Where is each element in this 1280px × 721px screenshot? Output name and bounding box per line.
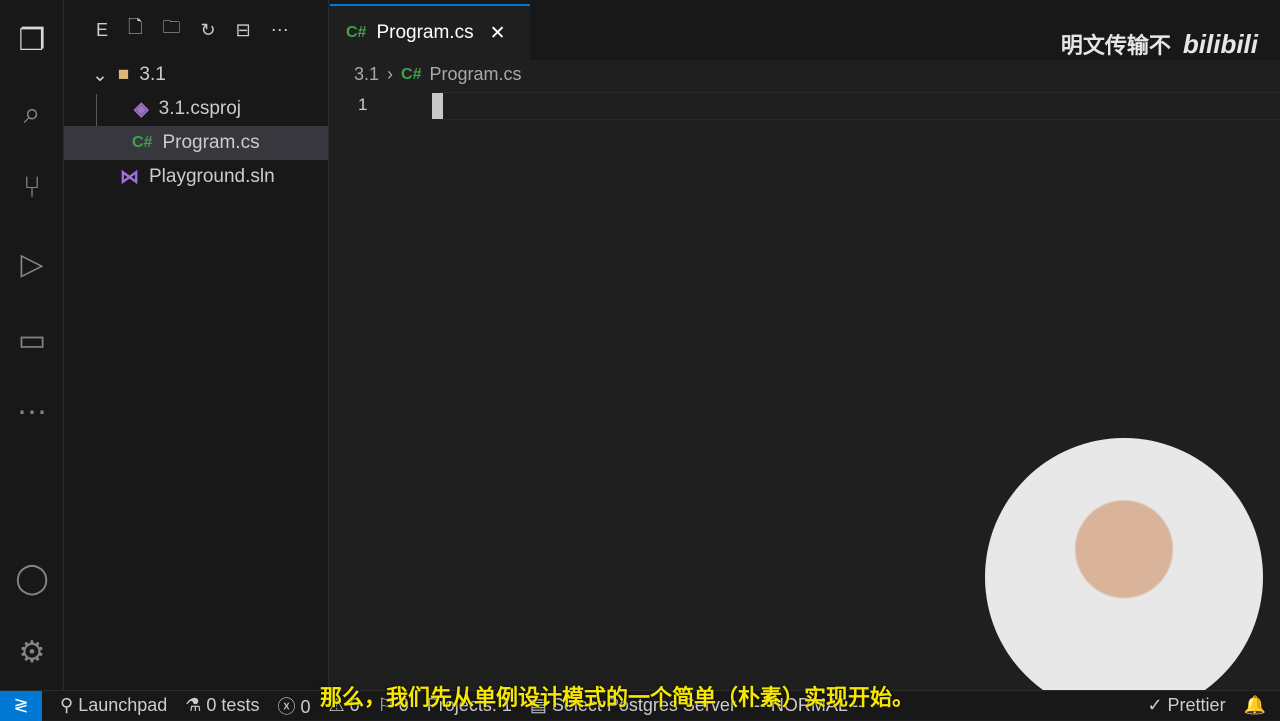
file-label: 3.1.csproj bbox=[158, 98, 241, 119]
refresh-icon[interactable]: ↻ bbox=[201, 20, 216, 41]
run-debug-icon[interactable]: ▷ bbox=[8, 240, 56, 288]
bell-icon[interactable]: 🔔 bbox=[1244, 695, 1266, 716]
breadcrumb-folder[interactable]: 3.1 bbox=[354, 64, 379, 85]
more-icon[interactable]: ⋯ bbox=[8, 388, 56, 436]
collapse-all-icon[interactable]: ⊟ bbox=[236, 20, 251, 41]
remote-icon[interactable]: ≷ bbox=[0, 690, 42, 721]
explorer-title: E bbox=[96, 19, 109, 40]
launchpad-item[interactable]: ⚲ Launchpad bbox=[60, 695, 167, 716]
folder-icon: ■ bbox=[117, 64, 130, 85]
account-icon[interactable]: ◯ bbox=[8, 554, 56, 602]
close-icon[interactable]: ✕ bbox=[490, 22, 506, 45]
breadcrumb-file[interactable]: Program.cs bbox=[429, 64, 521, 85]
tests-label: 0 tests bbox=[206, 695, 260, 715]
chevron-down-icon: ⌄ bbox=[92, 64, 108, 86]
file-row[interactable]: C# Program.cs bbox=[64, 126, 328, 160]
new-folder-icon[interactable]: 🗀 bbox=[163, 15, 181, 45]
settings-gear-icon[interactable]: ⚙ bbox=[8, 628, 56, 676]
watermark: 明文传输不 bilibili bbox=[1061, 28, 1258, 60]
prettier-item[interactable]: ✓ Prettier bbox=[1147, 695, 1225, 716]
prettier-label: Prettier bbox=[1167, 695, 1226, 715]
csharp-icon: C# bbox=[401, 65, 422, 83]
csharp-icon: C# bbox=[346, 24, 367, 41]
csharp-icon: C# bbox=[132, 134, 153, 151]
more-actions-icon[interactable]: ⋯ bbox=[271, 20, 289, 41]
subtitle: 那么，我们先从单例设计模式的一个简单（朴素）实现开始。 bbox=[320, 685, 915, 710]
chevron-right-icon: › bbox=[387, 64, 394, 84]
remote-explorer-icon[interactable]: ▭ bbox=[8, 316, 56, 364]
errors-item[interactable]: ⓧ 0 bbox=[277, 693, 310, 719]
solution-label: Playground.sln bbox=[149, 166, 275, 187]
file-row[interactable]: ◈ 3.1.csproj bbox=[64, 92, 328, 126]
breadcrumb: 3.1 › C# Program.cs bbox=[354, 64, 522, 85]
webcam-overlay bbox=[985, 438, 1263, 716]
current-line-highlight bbox=[440, 92, 1280, 120]
csproj-icon: ◈ bbox=[134, 98, 149, 120]
bilibili-logo: bilibili bbox=[1182, 28, 1258, 59]
explorer-sidebar: E 🗋 🗀 ↻ ⊟ ⋯ ⌄ ■ 3.1 ◈ 3.1.csproj C# Prog… bbox=[64, 0, 329, 690]
activity-bar: ❐ ⌕ ⑂ ▷ ▭ ⋯ ◯ ⚙ bbox=[0, 0, 64, 690]
file-label: Program.cs bbox=[162, 132, 260, 153]
line-number: 1 bbox=[358, 95, 368, 114]
explorer-icon[interactable]: ❐ bbox=[8, 16, 56, 64]
visual-studio-icon: ⋈ bbox=[120, 166, 139, 188]
search-icon[interactable]: ⌕ bbox=[8, 90, 56, 138]
watermark-text: 明文传输不 bbox=[1060, 33, 1171, 58]
launchpad-label: Launchpad bbox=[78, 695, 168, 715]
source-control-icon[interactable]: ⑂ bbox=[8, 164, 56, 212]
text-cursor[interactable] bbox=[432, 93, 443, 119]
folder-row[interactable]: ⌄ ■ 3.1 bbox=[64, 58, 328, 92]
tab-label: Program.cs bbox=[376, 22, 474, 43]
folder-label: 3.1 bbox=[139, 64, 166, 85]
solution-row[interactable]: ⋈ Playground.sln bbox=[64, 160, 328, 194]
new-file-icon[interactable]: 🗋 bbox=[128, 15, 142, 45]
tests-item[interactable]: ⚗ 0 tests bbox=[185, 695, 259, 716]
errors-count: 0 bbox=[300, 696, 311, 717]
tab-program-cs[interactable]: C# Program.cs ✕ bbox=[330, 4, 530, 60]
